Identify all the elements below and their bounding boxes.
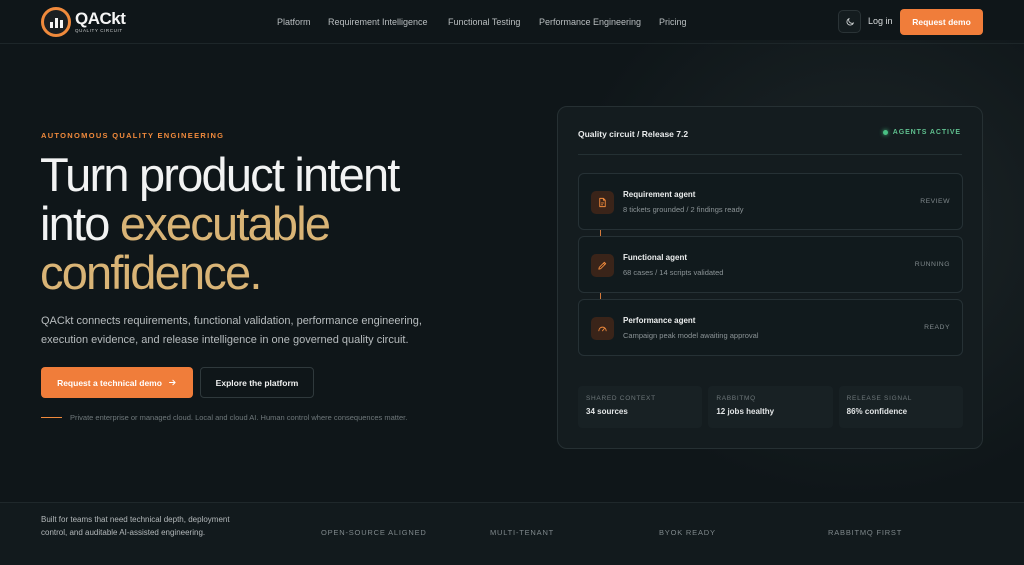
- agent-name: Requirement agent: [623, 190, 696, 199]
- quality-circuit-panel: Quality circuit / Release 7.2 AGENTS ACT…: [557, 106, 983, 449]
- pencil-icon: [591, 254, 614, 277]
- logo-text: QACkt QUALITY CIRCUIT: [75, 9, 126, 34]
- agent-detail: 8 tickets grounded / 2 findings ready: [623, 205, 744, 214]
- nav-item-requirement-intelligence[interactable]: Requirement Intelligence: [328, 17, 428, 27]
- agent-name: Performance agent: [623, 316, 696, 325]
- nav-item-pricing[interactable]: Pricing: [659, 17, 687, 27]
- badge-byok: BYOK READY: [659, 528, 716, 537]
- agent-status: RUNNING: [914, 261, 950, 268]
- agent-card-requirement[interactable]: Requirement agent 8 tickets grounded / 2…: [578, 173, 963, 230]
- request-technical-demo-label: Request a technical demo: [57, 377, 162, 388]
- agent-status: READY: [924, 324, 950, 331]
- request-technical-demo-button[interactable]: Request a technical demo: [41, 367, 193, 398]
- logo-wordmark: QACkt: [75, 9, 126, 29]
- agent-status: REVIEW: [920, 198, 950, 205]
- panel-title: Quality circuit / Release 7.2: [578, 129, 689, 139]
- stat-label: RABBITMQ: [716, 395, 756, 402]
- agent-detail: 68 cases / 14 scripts validated: [623, 268, 724, 277]
- logo-tagline: QUALITY CIRCUIT: [75, 28, 123, 34]
- panel-stats: SHARED CONTEXT 34 sources RABBITMQ 12 jo…: [578, 386, 963, 428]
- document-icon: [591, 191, 614, 214]
- stat-value: 12 jobs healthy: [716, 407, 775, 416]
- nav-item-functional-testing[interactable]: Functional Testing: [448, 17, 520, 27]
- status-dot-icon: [882, 130, 888, 135]
- nav-item-performance-engineering[interactable]: Performance Engineering: [539, 17, 641, 27]
- badge-rabbitmq: RABBITMQ FIRST: [828, 528, 903, 537]
- stat-release-signal: RELEASE SIGNAL 86% confidence: [838, 386, 963, 428]
- explore-platform-button[interactable]: Explore the platform: [200, 367, 314, 398]
- theme-toggle-button[interactable]: [838, 10, 861, 33]
- agents-active-label: AGENTS ACTIVE: [892, 129, 961, 136]
- trust-strip: Built for teams that need technical dept…: [0, 502, 1024, 565]
- agent-card-functional[interactable]: Functional agent 68 cases / 14 scripts v…: [578, 236, 963, 293]
- panel-divider: [578, 154, 962, 155]
- accent-line: [41, 417, 62, 418]
- headline-accent-confidence: confidence.: [40, 246, 262, 299]
- site-header: QACkt QUALITY CIRCUIT Platform Requireme…: [0, 0, 1024, 44]
- deployment-note: Private enterprise or managed cloud. Loc…: [41, 413, 407, 422]
- stat-rabbitmq: RABBITMQ 12 jobs healthy: [708, 386, 833, 428]
- nav-item-platform[interactable]: Platform: [277, 17, 311, 27]
- badge-multi-tenant: MULTI-TENANT: [490, 528, 555, 537]
- logo-word-qa: QA: [75, 9, 100, 29]
- hero-headline: Turn product intent into executable conf…: [40, 150, 510, 297]
- stat-value: 86% confidence: [846, 407, 908, 416]
- trust-strip-text: Built for teams that need technical dept…: [41, 515, 230, 537]
- headline-into: into: [40, 197, 110, 250]
- gauge-icon: [591, 317, 614, 340]
- stat-label: SHARED CONTEXT: [586, 395, 656, 402]
- agent-detail: Campaign peak model awaiting approval: [623, 331, 759, 340]
- deployment-note-text: Private enterprise or managed cloud. Loc…: [70, 413, 408, 422]
- logo-mark-icon: [41, 7, 71, 37]
- hero-eyebrow: AUTONOMOUS QUALITY ENGINEERING: [41, 131, 225, 140]
- badge-open-source: OPEN-SOURCE ALIGNED: [321, 528, 427, 537]
- headline-line-1: Turn product intent: [40, 148, 400, 201]
- agent-name: Functional agent: [623, 253, 687, 262]
- moon-icon: [846, 17, 854, 25]
- stat-value: 34 sources: [586, 407, 628, 416]
- login-link[interactable]: Log in: [868, 16, 893, 26]
- logo-word-ckt: Ckt: [99, 9, 126, 29]
- stat-label: RELEASE SIGNAL: [846, 395, 913, 402]
- arrow-right-icon: [168, 379, 176, 386]
- agents-active-badge: AGENTS ACTIVE: [882, 129, 961, 136]
- agent-card-performance[interactable]: Performance agent Campaign peak model aw…: [578, 299, 963, 356]
- request-demo-button[interactable]: Request demo: [900, 9, 983, 35]
- brand-logo[interactable]: QACkt QUALITY CIRCUIT: [41, 7, 126, 37]
- headline-accent-executable: executable: [119, 197, 331, 250]
- hero-subcopy: QACkt connects requirements, functional …: [41, 315, 422, 346]
- stat-shared-context: SHARED CONTEXT 34 sources: [578, 386, 703, 428]
